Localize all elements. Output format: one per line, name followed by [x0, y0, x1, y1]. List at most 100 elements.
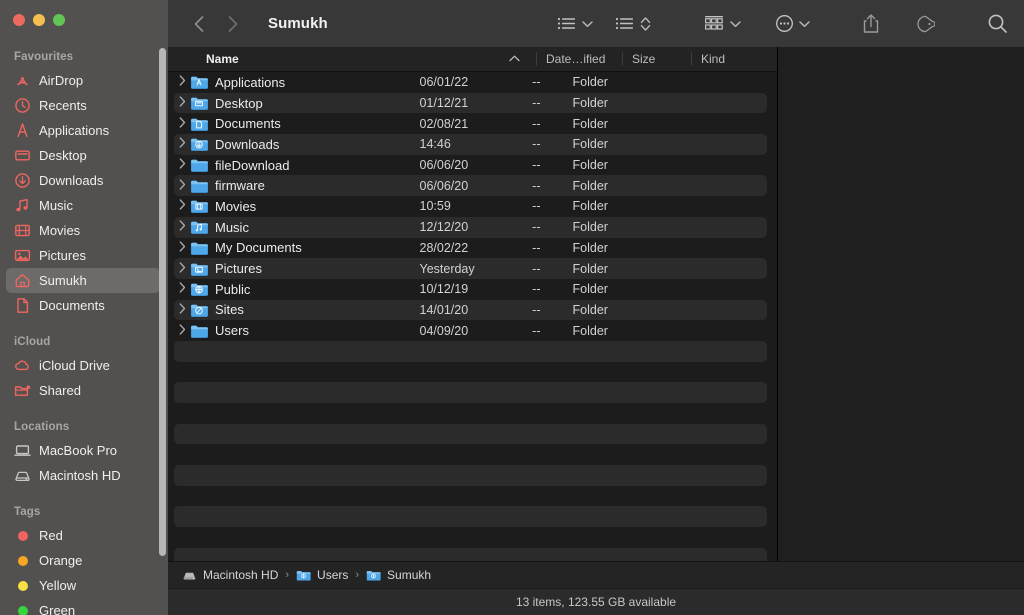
- table-row[interactable]: Sites 14/01/20 -- Folder: [168, 299, 777, 321]
- sidebar-item-pictures[interactable]: Pictures: [6, 243, 160, 268]
- sidebar-item-label: AirDrop: [39, 73, 84, 88]
- file-size: --: [532, 261, 541, 276]
- breadcrumb-separator: ›: [285, 569, 290, 581]
- back-button[interactable]: [186, 11, 212, 37]
- sidebar-item-desktop[interactable]: Desktop: [6, 143, 160, 168]
- empty-row: [168, 403, 777, 424]
- disclosure-triangle-icon[interactable]: [168, 179, 190, 193]
- group-by-button[interactable]: [703, 11, 741, 37]
- harddisk-icon: [182, 568, 197, 583]
- sidebar-item-music[interactable]: Music: [6, 193, 160, 218]
- sidebar-item-shared[interactable]: Shared: [6, 378, 160, 403]
- column-header-date[interactable]: Date…ified: [537, 47, 622, 72]
- file-size: --: [532, 137, 541, 152]
- sidebar-item-movies[interactable]: Movies: [6, 218, 160, 243]
- tag-button[interactable]: [914, 11, 935, 37]
- action-menu-button[interactable]: [775, 11, 810, 37]
- column-panes: Name Date…ified Size Kind Applications 06/01…: [168, 47, 1024, 615]
- column-header-size[interactable]: Size: [623, 47, 691, 72]
- table-row[interactable]: Applications 06/01/22 -- Folder: [168, 72, 777, 93]
- breadcrumb-item-macintosh-hd[interactable]: Macintosh HD: [182, 568, 278, 583]
- tag-dot-icon: [14, 602, 31, 615]
- file-size: --: [532, 75, 541, 90]
- file-name: Documents: [215, 116, 281, 132]
- shared-folder-icon: [14, 382, 31, 399]
- toolbar-buttons: [557, 11, 1008, 37]
- disclosure-triangle-icon[interactable]: [168, 261, 190, 276]
- disclosure-triangle-icon[interactable]: [168, 282, 190, 296]
- file-name: Users: [215, 323, 249, 339]
- documents-folder-icon: [190, 116, 208, 132]
- table-row[interactable]: Movies 10:59 -- Folder: [168, 196, 777, 217]
- file-name: Applications: [215, 74, 286, 90]
- file-size: --: [532, 158, 541, 173]
- table-row[interactable]: Public 10/12/19 -- Folder: [168, 279, 777, 300]
- file-name: Public: [215, 281, 251, 297]
- close-button[interactable]: [13, 14, 25, 26]
- empty-row: [168, 382, 777, 403]
- desktop-folder-icon: [190, 95, 208, 111]
- breadcrumb-label: Sumukh: [387, 568, 432, 582]
- sort-order-button[interactable]: [615, 11, 651, 37]
- sidebar-item-red[interactable]: Red: [6, 523, 160, 548]
- table-row[interactable]: firmware 06/06/20 -- Folder: [168, 175, 777, 196]
- sidebar-scrollbar[interactable]: [159, 48, 166, 556]
- disclosure-triangle-icon[interactable]: [168, 158, 190, 172]
- disclosure-triangle-icon[interactable]: [168, 220, 190, 234]
- disclosure-triangle-icon[interactable]: [168, 117, 190, 131]
- empty-row: [168, 362, 777, 383]
- sidebar-item-macintosh-hd[interactable]: Macintosh HD: [6, 463, 160, 488]
- table-row[interactable]: Downloads 14:46 -- Folder: [168, 134, 777, 155]
- disclosure-triangle-icon[interactable]: [168, 303, 190, 317]
- sidebar-item-downloads[interactable]: Downloads: [6, 168, 160, 193]
- table-row[interactable]: Desktop 01/12/21 -- Folder: [168, 92, 777, 114]
- sidebar-item-applications[interactable]: Applications: [6, 118, 160, 143]
- share-button[interactable]: [862, 11, 880, 37]
- table-row[interactable]: Documents 02/08/21 -- Folder: [168, 113, 777, 134]
- sidebar-item-airdrop[interactable]: AirDrop: [6, 68, 160, 93]
- view-as-button[interactable]: [557, 11, 593, 37]
- column-header-kind[interactable]: Kind: [692, 47, 777, 72]
- applications-icon: [14, 122, 31, 139]
- disclosure-triangle-icon[interactable]: [168, 199, 190, 213]
- maximize-button[interactable]: [53, 14, 65, 26]
- breadcrumb-item-sumukh[interactable]: Sumukh: [366, 568, 431, 583]
- sidebar-item-macbook-pro[interactable]: MacBook Pro: [6, 438, 160, 463]
- column-header-name[interactable]: Name: [168, 47, 536, 72]
- sidebar-item-documents[interactable]: Documents: [6, 293, 160, 318]
- file-date: Yesterday: [419, 261, 475, 276]
- breadcrumb-label: Macintosh HD: [203, 568, 279, 582]
- minimize-button[interactable]: [33, 14, 45, 26]
- file-kind: Folder: [572, 158, 608, 173]
- table-row[interactable]: My Documents 28/02/22 -- Folder: [168, 238, 777, 259]
- sidebar-item-green[interactable]: Green: [6, 598, 160, 615]
- file-size: --: [532, 240, 541, 255]
- table-row[interactable]: Music 12/12/20 -- Folder: [168, 216, 777, 238]
- table-row[interactable]: Users 04/09/20 -- Folder: [168, 320, 777, 341]
- search-button[interactable]: [987, 11, 1008, 37]
- breadcrumb-item-users[interactable]: Users: [296, 568, 348, 583]
- sidebar-item-recents[interactable]: Recents: [6, 93, 160, 118]
- file-name: firmware: [215, 178, 265, 194]
- column-header-label: Kind: [701, 52, 726, 66]
- sidebar-item-label: Shared: [39, 383, 81, 398]
- sidebar-section-title: Favourites: [14, 51, 74, 63]
- table-row[interactable]: Pictures Yesterday -- Folder: [168, 258, 777, 279]
- list-view-icon: [557, 11, 577, 37]
- disclosure-triangle-icon[interactable]: [168, 75, 190, 89]
- disclosure-triangle-icon[interactable]: [168, 96, 190, 110]
- sidebar-item-orange[interactable]: Orange: [6, 548, 160, 573]
- disclosure-triangle-icon[interactable]: [168, 241, 190, 255]
- disclosure-triangle-icon[interactable]: [168, 137, 190, 151]
- sidebar-item-sumukh[interactable]: Sumukh: [6, 268, 160, 293]
- sidebar-item-icloud-drive[interactable]: iCloud Drive: [6, 353, 160, 378]
- forward-button[interactable]: [220, 11, 246, 37]
- sidebar-item-label: Desktop: [39, 148, 87, 163]
- table-row[interactable]: fileDownload 06/06/20 -- Folder: [168, 155, 777, 176]
- sidebar-item-yellow[interactable]: Yellow: [6, 573, 160, 598]
- sidebar-item-label: Yellow: [39, 578, 77, 593]
- disclosure-triangle-icon[interactable]: [168, 323, 190, 338]
- file-date: 06/06/20: [419, 158, 469, 173]
